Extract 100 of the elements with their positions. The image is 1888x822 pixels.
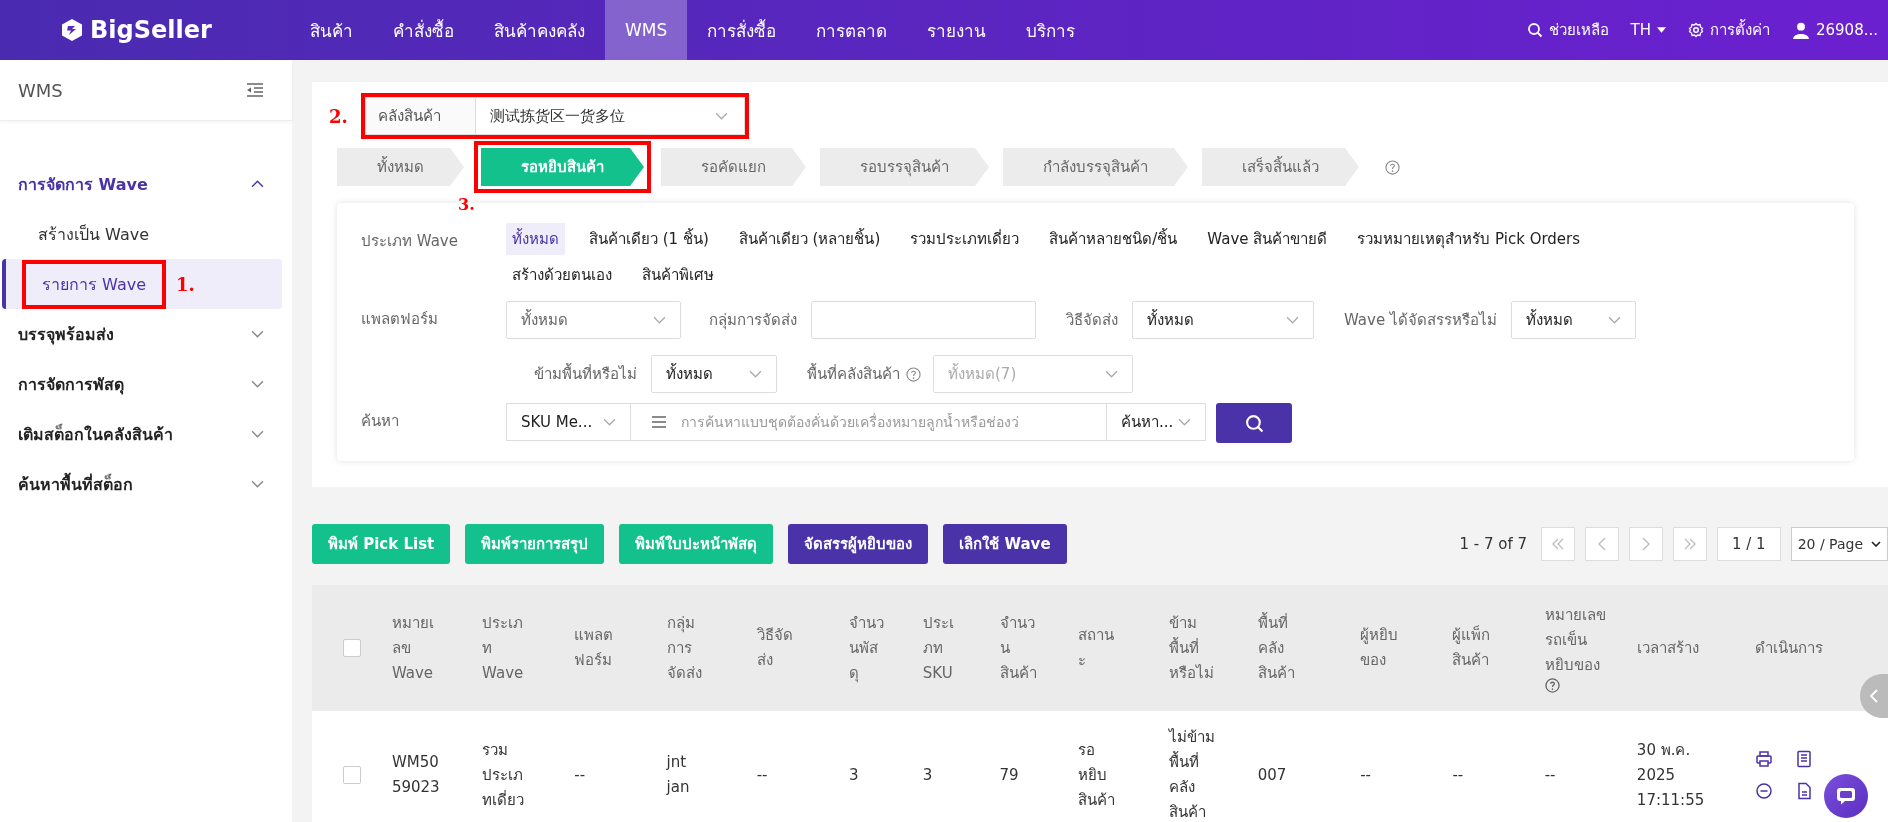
table-cell-text: -- — [1452, 764, 1465, 786]
double-chevron-left-icon — [1551, 538, 1565, 550]
document-icon[interactable] — [1794, 750, 1813, 768]
action-button[interactable]: เลิกใช้ Wave — [943, 524, 1067, 564]
page-number-field[interactable]: 1 / 1 — [1717, 527, 1781, 561]
annotation-number: 1. — [176, 273, 195, 295]
column-header: จำนวนสินค้า — [999, 612, 1038, 684]
wave-type-option[interactable]: สินค้าหลายชนิด/ชิ้น — [1043, 223, 1184, 255]
status-tab[interactable]: รอบรรจุสินค้า — [820, 148, 989, 186]
search-button[interactable] — [1216, 403, 1292, 443]
table-cell-text: 79 — [999, 764, 1020, 786]
help-icon[interactable] — [906, 366, 921, 382]
filter-label: ค้นหา — [361, 411, 400, 432]
column-header: หมายเลขรถเข็นหยิบของ — [1544, 605, 1607, 676]
search-input[interactable]: การค้นหาแบบชุดต้องคั่นด้วยเครื่องหมายลูกน้ำหรือช่องว่ — [631, 403, 1106, 441]
chat-icon — [1836, 787, 1856, 805]
shipping-group-input[interactable] — [811, 301, 1036, 339]
assigned-select[interactable]: ทั้งหมด — [1510, 301, 1636, 339]
settings-link[interactable]: การตั้งค่า — [1687, 18, 1770, 42]
help-icon[interactable] — [1385, 159, 1400, 175]
nav-menu-item[interactable]: รายงาน — [907, 0, 1007, 60]
sidebar-group[interactable]: การจัดการ Wave — [0, 159, 292, 209]
chevron-icon — [251, 180, 264, 188]
chevron-down-icon — [653, 316, 666, 324]
help-link[interactable]: ช่วยเหลือ — [1526, 18, 1609, 42]
column-header: ผู้แพ็กสินค้า — [1452, 624, 1492, 671]
column-header: พื้นที่คลังสินค้า — [1257, 611, 1296, 684]
annotation-number: 2. — [329, 105, 349, 127]
collapse-menu-icon[interactable] — [246, 83, 264, 97]
filter-label: วิธีจัดส่ง — [1065, 310, 1119, 331]
nav-menu-item[interactable]: สินค้า — [290, 0, 373, 60]
list-icon — [651, 416, 667, 428]
table-cell-text: WM5059023 — [391, 752, 441, 798]
nav-menu-item[interactable]: คำสั่งซื้อ — [373, 0, 474, 60]
status-tab[interactable]: ทั้งหมด — [337, 148, 464, 186]
wave-type-option[interactable]: ทั้งหมด — [506, 223, 565, 255]
shipping-method-select[interactable]: ทั้งหมด — [1132, 301, 1314, 339]
column-header: หมายเลข Wave — [391, 612, 435, 684]
wave-type-option[interactable]: รวมหมายเหตุสำหรับ Pick Orders — [1351, 223, 1587, 255]
annotation-number: 3. — [458, 195, 475, 214]
nav-menu-item[interactable]: การตลาด — [796, 0, 908, 60]
filter-label: กลุ่มการจัดส่ง — [708, 310, 798, 332]
chevron-down-icon — [749, 370, 762, 378]
language-selector[interactable]: TH — [1630, 21, 1666, 39]
search-mode-select[interactable]: ค้นหา... — [1106, 403, 1206, 441]
table-cell-text: รอหยิบสินค้า — [1078, 739, 1117, 811]
wave-type-option[interactable]: สินค้าเดียว (1 ชิ้น) — [583, 223, 715, 255]
sidebar-group[interactable]: ค้นหาพื้นที่สต็อก — [0, 459, 292, 509]
status-tab[interactable]: รอคัดแยก — [661, 148, 806, 186]
nav-menu-item[interactable]: WMS — [605, 0, 688, 60]
nav-menu-item[interactable]: การสั่งซื้อ — [687, 0, 797, 60]
sidebar-group[interactable]: การจัดการพัสดุ — [0, 359, 292, 409]
table-cell-text: รวมประเภทเดี่ยว — [482, 739, 526, 811]
filter-label: Wave ได้จัดสรรหรือไม่ — [1343, 310, 1498, 331]
nav-menu-item[interactable]: สินค้าคงคลัง — [474, 0, 605, 60]
filter-label: พื้นที่คลังสินค้า — [806, 362, 901, 385]
wave-type-option[interactable]: สร้างด้วยตนเอง — [506, 259, 618, 291]
chevron-left-icon — [1598, 537, 1606, 551]
column-header: ประเภท Wave — [482, 612, 525, 684]
platform-select[interactable]: ทั้งหมด — [506, 301, 681, 339]
cross-area-select[interactable]: ทั้งหมด — [651, 355, 777, 393]
page-size-select[interactable]: 20 / Page — [1790, 527, 1888, 561]
search-icon — [1244, 413, 1264, 433]
chevron-icon — [251, 330, 264, 338]
table-cell-text: 3 — [922, 764, 934, 786]
filter-label: ประเภท Wave — [361, 231, 459, 252]
printer-icon[interactable] — [1754, 750, 1773, 768]
table-cell-text: 30 พ.ค. 2025 17:11:55 — [1636, 739, 1706, 811]
caret-icon — [1656, 27, 1666, 33]
help-icon[interactable] — [1544, 678, 1560, 693]
user-menu[interactable]: 26908... — [1791, 21, 1878, 39]
sidebar-group[interactable]: บรรจุพร้อมส่ง — [0, 309, 292, 359]
sidebar-group[interactable]: เติมสต็อกในคลังสินค้า — [0, 409, 292, 459]
minus-circle-icon[interactable] — [1754, 782, 1773, 800]
status-tab[interactable]: เสร็จสิ้นแล้ว — [1202, 148, 1359, 186]
table-cell-text: 3 — [848, 764, 860, 786]
wave-type-option[interactable]: รวมประเภทเดี่ยว — [904, 223, 1026, 255]
logo-text[interactable]: BigSeller — [90, 16, 212, 44]
table-cell-text: -- — [1544, 764, 1557, 786]
wave-type-option[interactable]: สินค้าเดียว (หลายชิ้น) — [732, 223, 887, 255]
table-cell-text: -- — [1360, 764, 1373, 786]
settings-icon — [1687, 22, 1704, 38]
table-cell-text: ไม่ข้ามพื้นที่คลังสินค้า — [1168, 727, 1216, 822]
select-all-checkbox[interactable] — [342, 639, 361, 658]
sidebar-item[interactable]: รายการ Wave 1. — [2, 259, 282, 309]
row-checkbox[interactable] — [342, 766, 361, 785]
action-button[interactable]: จัดสรรผู้หยิบของ — [788, 524, 929, 564]
filter-label: แพลตฟอร์ม — [361, 309, 439, 330]
chevron-down-icon — [1286, 316, 1299, 324]
nav-menu-item[interactable]: บริการ — [1006, 0, 1096, 60]
column-header: ผู้หยิบของ — [1360, 625, 1400, 671]
chevron-right-icon — [1642, 537, 1650, 551]
chevron-down-icon — [603, 418, 616, 426]
chevron-down-icon — [1178, 418, 1191, 426]
search-icon — [1526, 22, 1543, 38]
status-tab[interactable]: กำลังบรรจุสินค้า — [1003, 148, 1188, 186]
wave-type-option[interactable]: สินค้าพิเศษ — [636, 259, 720, 291]
wave-type-option[interactable]: Wave สินค้าขายดี — [1201, 223, 1334, 255]
sidebar-item[interactable]: สร้างเป็น Wave — [2, 209, 282, 259]
search-field-select[interactable]: SKU Me... — [506, 403, 631, 441]
